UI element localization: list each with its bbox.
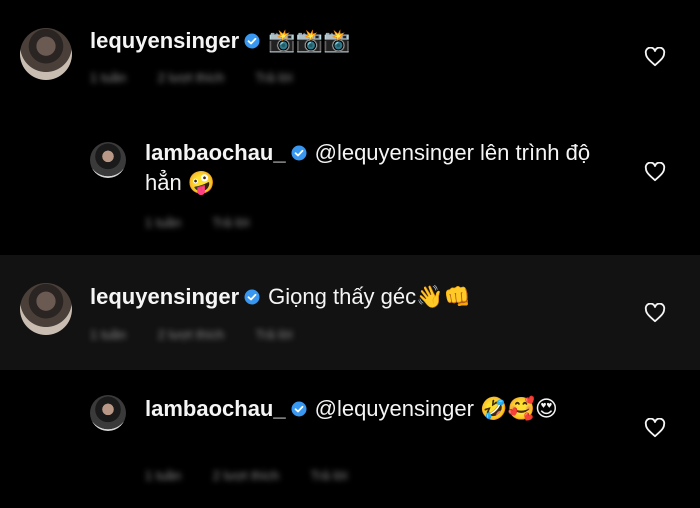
comment-username[interactable]: lequyensinger xyxy=(90,28,239,53)
comment-time: 1 tuần xyxy=(145,468,182,483)
reply-link[interactable]: Trả lời xyxy=(311,468,348,483)
comment-username[interactable]: lambaochau_ xyxy=(145,140,286,165)
comment: lequyensinger Giọng thấy géc👋👊 1 tuần 2 l… xyxy=(0,255,700,370)
comment-text: @lequyensinger xyxy=(314,396,474,421)
comment-meta: 1 tuần 2 lượt thích Trả lời xyxy=(90,327,320,342)
avatar[interactable] xyxy=(90,142,126,178)
comment-emoji: 🤣🥰😍 xyxy=(480,397,558,422)
comment-emoji: 👋👊 xyxy=(416,285,471,310)
comment: lequyensinger 📸📸📸 1 tuần 2 lượt thích Trả… xyxy=(0,0,700,130)
comment-meta: 1 tuần Trả lời xyxy=(145,215,277,230)
avatar[interactable] xyxy=(20,28,72,80)
comment-username[interactable]: lambaochau_ xyxy=(145,396,286,421)
verified-badge-icon xyxy=(244,289,260,305)
verified-badge-icon xyxy=(291,145,307,161)
reply-link[interactable]: Trả lời xyxy=(256,327,293,342)
comment-likes[interactable]: 2 lượt thích xyxy=(158,70,224,85)
reply-comment: lambaochau_ @lequyensinger 🤣🥰😍 1 tuần 2 l… xyxy=(0,370,700,508)
reply-comment: lambaochau_ @lequyensinger lên trình độ h… xyxy=(0,130,700,255)
reply-link[interactable]: Trả lời xyxy=(213,215,250,230)
comment-meta: 1 tuần 2 lượt thích Trả lời xyxy=(145,468,375,483)
comment-time: 1 tuần xyxy=(90,70,127,85)
comment-emoji: 📸📸📸 xyxy=(268,29,351,54)
verified-badge-icon xyxy=(244,33,260,49)
heart-icon[interactable] xyxy=(644,162,666,182)
comment-likes[interactable]: 2 lượt thích xyxy=(213,468,279,483)
comment-username[interactable]: lequyensinger xyxy=(90,284,239,309)
heart-icon[interactable] xyxy=(644,418,666,438)
comment-likes[interactable]: 2 lượt thích xyxy=(158,327,224,342)
comment-time: 1 tuần xyxy=(145,215,182,230)
comment-text: Giọng thấy géc xyxy=(268,284,417,309)
avatar[interactable] xyxy=(20,283,72,335)
comment-meta: 1 tuần 2 lượt thích Trả lời xyxy=(90,70,320,85)
comment-emoji: 🤪 xyxy=(187,171,216,196)
heart-icon[interactable] xyxy=(644,47,666,67)
avatar[interactable] xyxy=(90,395,126,431)
verified-badge-icon xyxy=(291,401,307,417)
reply-link[interactable]: Trả lời xyxy=(256,70,293,85)
heart-icon[interactable] xyxy=(644,303,666,323)
comment-time: 1 tuần xyxy=(90,327,127,342)
